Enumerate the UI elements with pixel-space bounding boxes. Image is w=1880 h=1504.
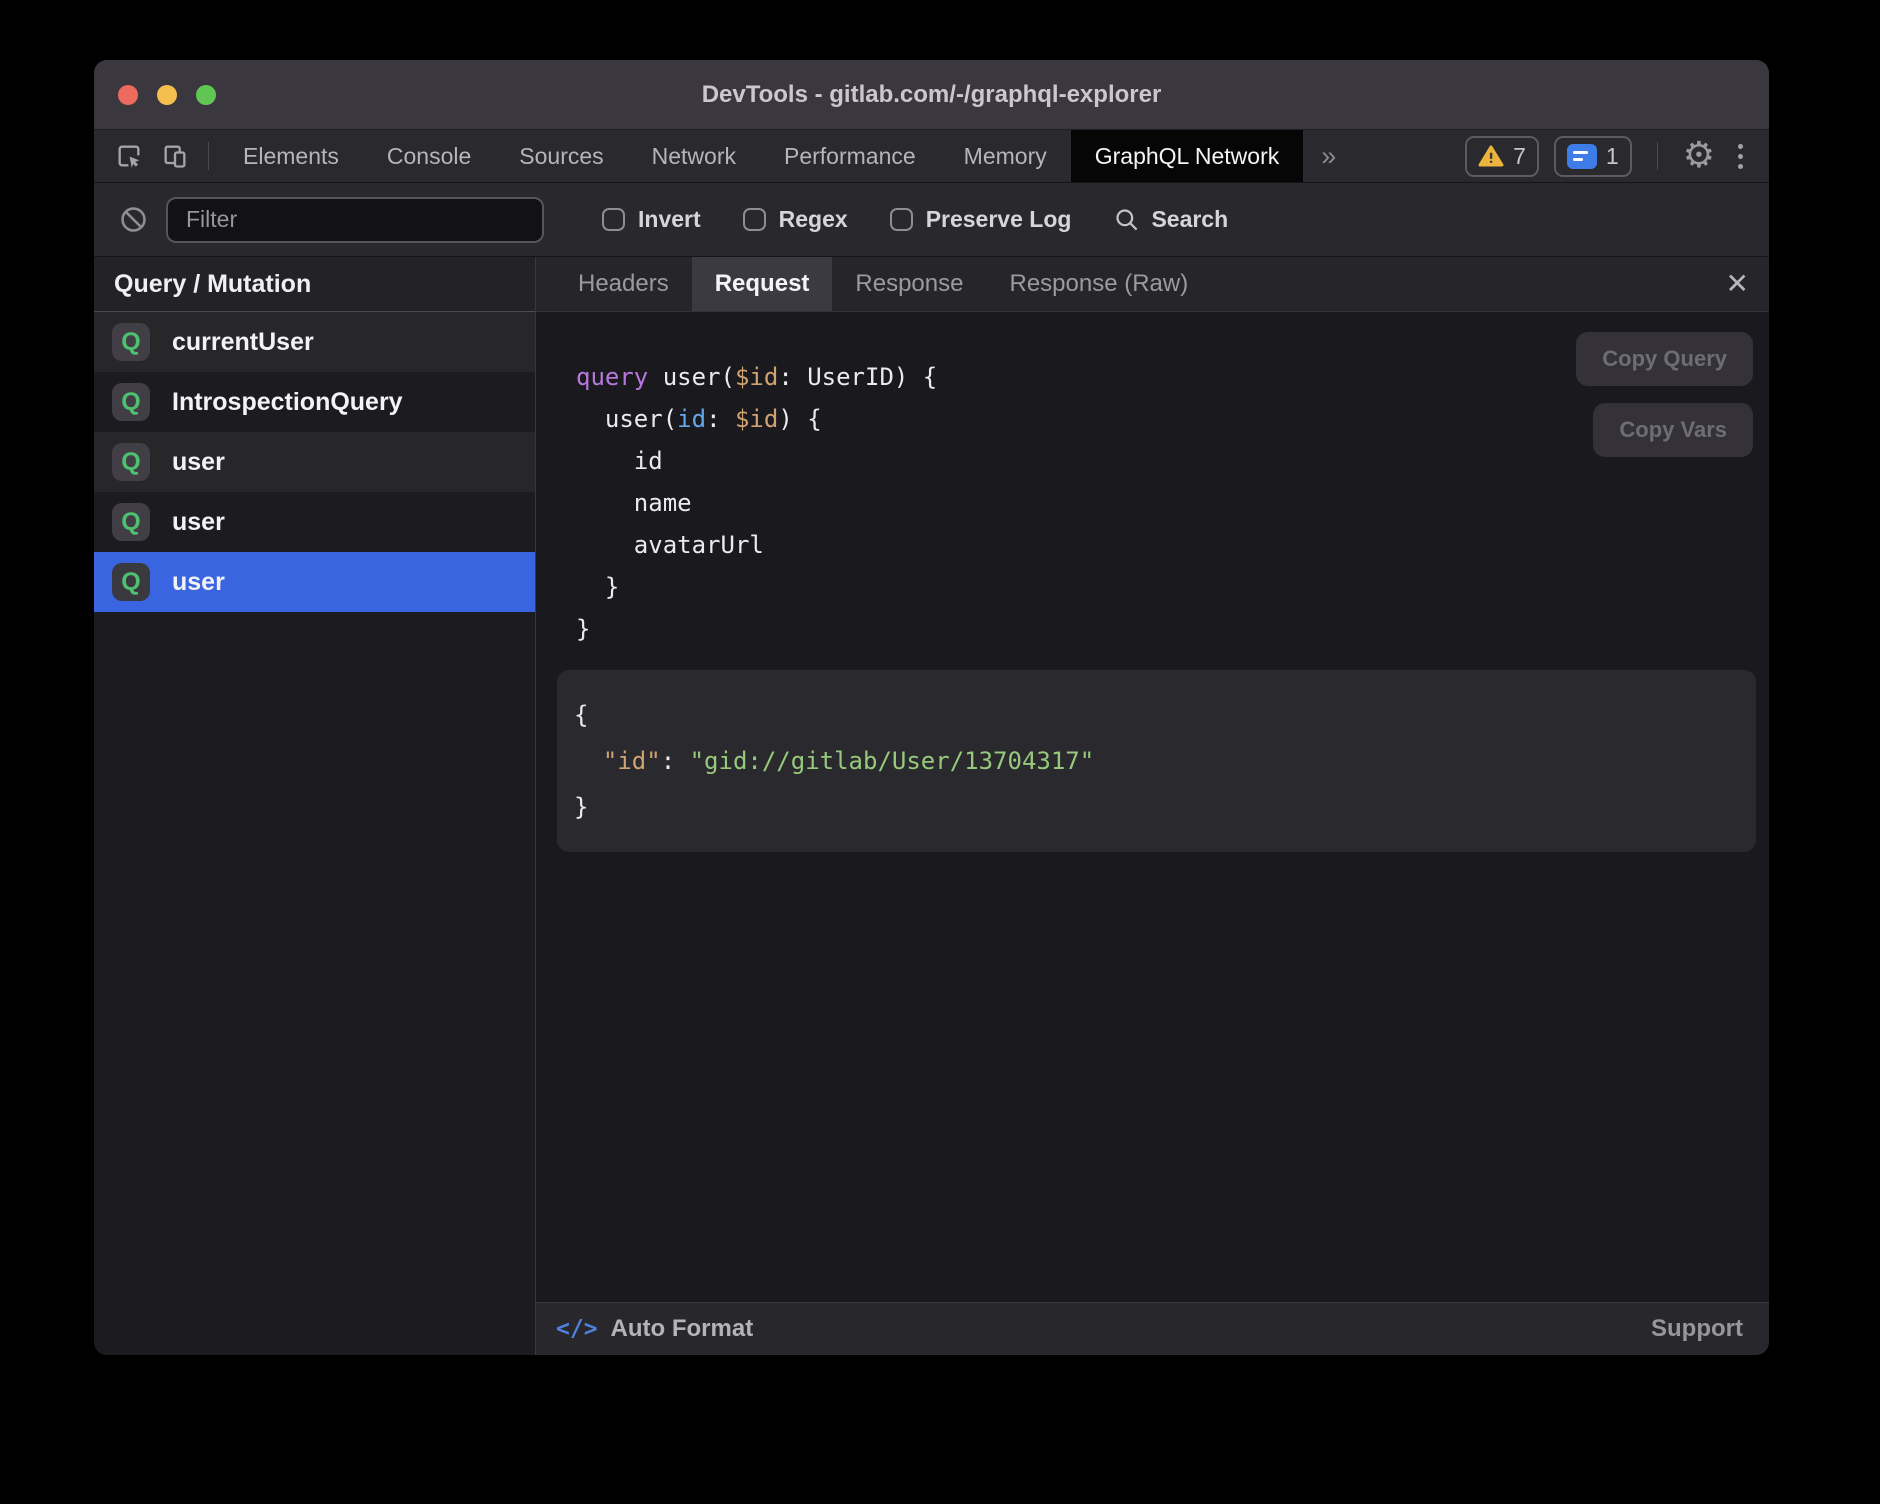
clear-button[interactable]: [118, 204, 149, 235]
tab-response[interactable]: Response: [832, 257, 986, 311]
device-toolbar-button[interactable]: [152, 130, 198, 182]
preserve-log-label: Preserve Log: [926, 206, 1072, 233]
close-detail-icon[interactable]: ✕: [1726, 270, 1749, 298]
tab-memory[interactable]: Memory: [940, 130, 1071, 182]
kebab-menu-icon[interactable]: [1730, 144, 1751, 169]
query-type-badge: Q: [112, 563, 150, 601]
invert-label: Invert: [638, 206, 701, 233]
preserve-log-checkbox[interactable]: [890, 208, 913, 231]
request-detail-panel: Headers Request Response Response (Raw) …: [536, 257, 1769, 1355]
tab-request[interactable]: Request: [692, 257, 833, 311]
inspect-element-button[interactable]: [106, 130, 152, 182]
filter-bar: Invert Regex Preserve Log Search: [94, 183, 1769, 257]
query-row-introspectionquery[interactable]: Q IntrospectionQuery: [94, 372, 535, 432]
issues-badge[interactable]: 1: [1554, 136, 1632, 177]
search-icon: [1113, 206, 1140, 233]
tab-graphql-network[interactable]: GraphQL Network: [1071, 130, 1304, 182]
tab-network[interactable]: Network: [628, 130, 760, 182]
query-type-badge: Q: [112, 503, 150, 541]
query-list-header: Query / Mutation: [94, 257, 535, 312]
preserve-log-checkbox-group[interactable]: Preserve Log: [890, 206, 1072, 233]
query-list-panel: Query / Mutation Q currentUser Q Introsp…: [94, 257, 536, 1355]
detail-footer: </> Auto Format Support: [536, 1302, 1769, 1355]
query-type-badge: Q: [112, 443, 150, 481]
devtools-window: DevTools - gitlab.com/-/graphql-explorer…: [94, 60, 1769, 1355]
tab-performance[interactable]: Performance: [760, 130, 940, 182]
query-row-user-3-selected[interactable]: Q user: [94, 552, 535, 612]
device-toolbar-icon: [161, 142, 189, 170]
tab-elements[interactable]: Elements: [219, 130, 363, 182]
toolbar-separator: [208, 142, 209, 170]
tab-console[interactable]: Console: [363, 130, 495, 182]
devtools-tab-bar: Elements Console Sources Network Perform…: [94, 130, 1769, 183]
query-type-badge: Q: [112, 323, 150, 361]
minimize-window-button[interactable]: [157, 85, 177, 105]
request-variables-code: { "id": "gid://gitlab/User/13704317"}: [557, 670, 1756, 852]
traffic-lights: [118, 60, 216, 129]
query-row-user-1[interactable]: Q user: [94, 432, 535, 492]
search-button[interactable]: Search: [1113, 206, 1228, 233]
query-row-label: user: [172, 568, 225, 597]
regex-checkbox-group[interactable]: Regex: [743, 206, 848, 233]
ban-icon: [118, 204, 149, 235]
copy-button-group: Copy Query Copy Vars: [1576, 332, 1753, 457]
query-row-user-2[interactable]: Q user: [94, 492, 535, 552]
settings-gear-icon[interactable]: ⚙: [1683, 138, 1715, 174]
copy-query-button[interactable]: Copy Query: [1576, 332, 1753, 386]
regex-label: Regex: [779, 206, 848, 233]
more-tabs-chevron-icon[interactable]: »: [1303, 130, 1354, 182]
tab-headers[interactable]: Headers: [555, 257, 692, 311]
request-body: query user($id: UserID) { user(id: $id) …: [536, 312, 1769, 1302]
invert-checkbox-group[interactable]: Invert: [602, 206, 701, 233]
query-row-label: currentUser: [172, 328, 314, 357]
invert-checkbox[interactable]: [602, 208, 625, 231]
window-title: DevTools - gitlab.com/-/graphql-explorer: [94, 81, 1769, 109]
copy-vars-button[interactable]: Copy Vars: [1593, 403, 1753, 457]
regex-checkbox[interactable]: [743, 208, 766, 231]
detail-tab-bar: Headers Request Response Response (Raw) …: [536, 257, 1769, 312]
message-count: 1: [1606, 143, 1619, 170]
search-label: Search: [1151, 206, 1228, 233]
tab-sources[interactable]: Sources: [495, 130, 627, 182]
inspect-cursor-icon: [115, 142, 143, 170]
code-brackets-icon: </>: [556, 1316, 598, 1342]
toolbar-right-group: 7 1 ⚙: [1465, 130, 1769, 182]
main-split: Query / Mutation Q currentUser Q Introsp…: [94, 257, 1769, 1355]
warning-count: 7: [1513, 143, 1526, 170]
query-row-label: IntrospectionQuery: [172, 388, 403, 417]
message-icon: [1567, 144, 1597, 169]
filter-input[interactable]: [166, 197, 544, 243]
close-window-button[interactable]: [118, 85, 138, 105]
filter-options: Invert Regex Preserve Log Search: [602, 206, 1228, 233]
warning-triangle-icon: [1478, 144, 1504, 168]
zoom-window-button[interactable]: [196, 85, 216, 105]
toolbar-separator: [1657, 142, 1658, 170]
title-bar: DevTools - gitlab.com/-/graphql-explorer: [94, 60, 1769, 130]
warnings-badge[interactable]: 7: [1465, 136, 1539, 177]
query-row-label: user: [172, 508, 225, 537]
query-type-badge: Q: [112, 383, 150, 421]
support-link[interactable]: Support: [1651, 1315, 1743, 1343]
query-row-label: user: [172, 448, 225, 477]
tab-response-raw[interactable]: Response (Raw): [986, 257, 1211, 311]
auto-format-button[interactable]: Auto Format: [611, 1315, 754, 1343]
query-row-currentuser[interactable]: Q currentUser: [94, 312, 535, 372]
